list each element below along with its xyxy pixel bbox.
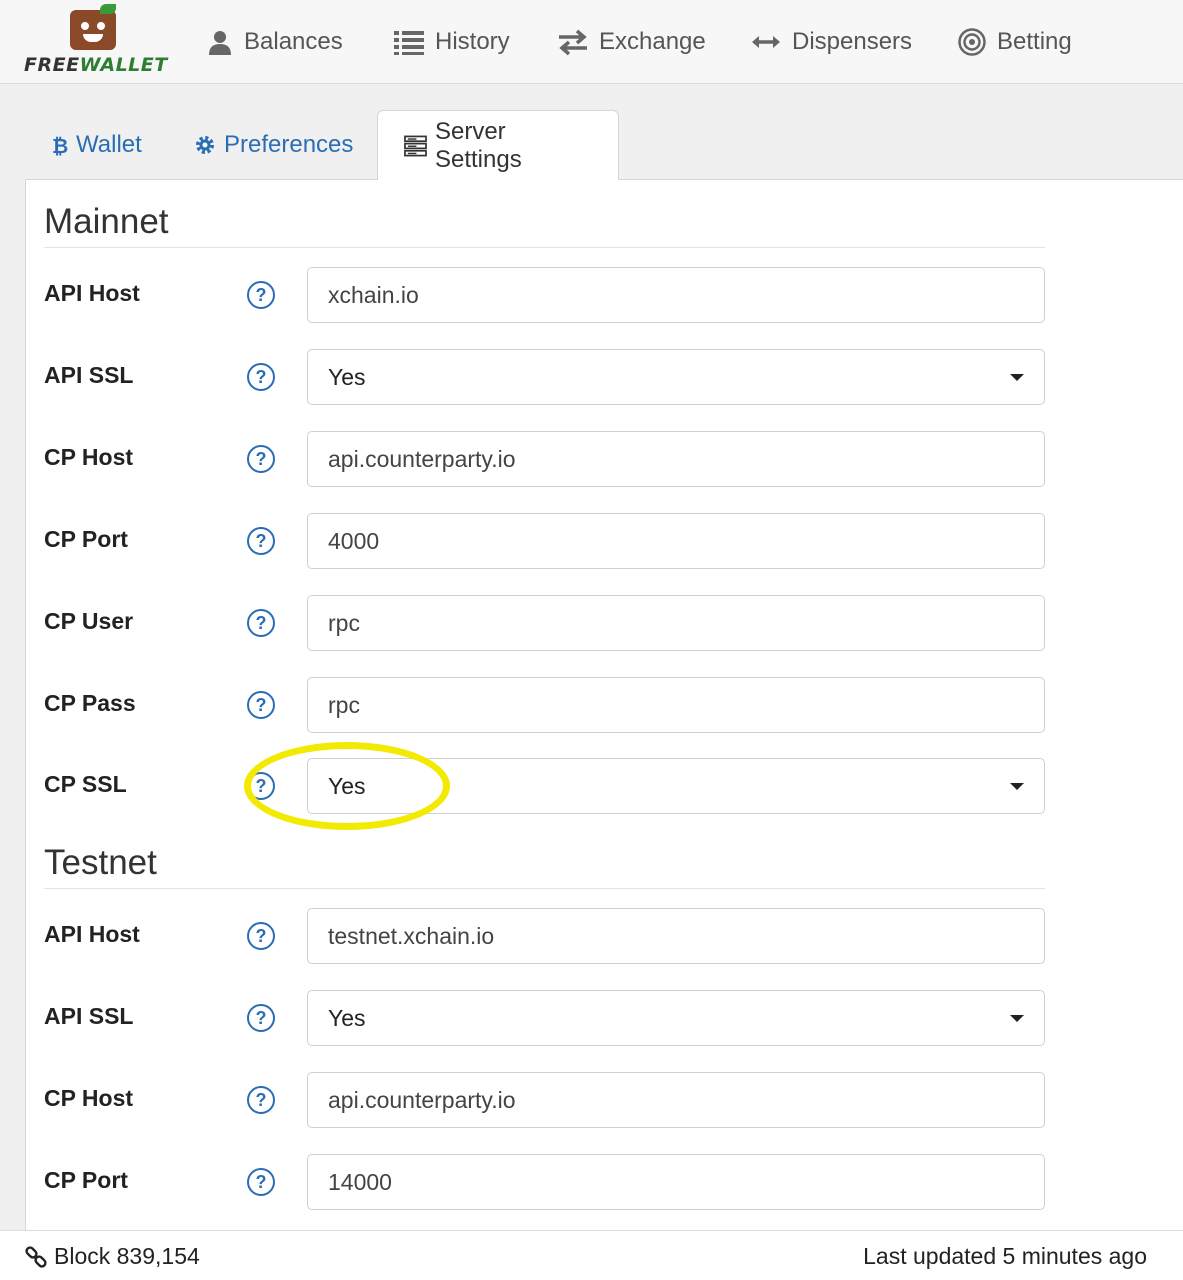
tab-wallet[interactable]: ₿ Wallet: [52, 110, 142, 180]
testnet-cp-port-row: CP Port ?: [26, 1153, 1056, 1211]
caret-down-icon: [1010, 783, 1024, 790]
mainnet-cp-pass-row: CP Pass ?: [26, 676, 1056, 734]
mainnet-cp-user-label: CP User: [44, 608, 134, 634]
mainnet-cp-host-input[interactable]: [307, 431, 1045, 487]
mainnet-api-ssl-value: Yes: [328, 363, 366, 390]
testnet-api-ssl-value: Yes: [328, 1004, 366, 1031]
nav-exchange[interactable]: Exchange: [557, 24, 706, 60]
exchange-arrows-icon: [559, 29, 587, 56]
list-icon: [394, 31, 424, 55]
mainnet-cp-host-row: CP Host ?: [26, 430, 1056, 488]
mainnet-cp-pass-input[interactable]: [307, 677, 1045, 733]
status-footer: Block 839,154 Last updated 5 minutes ago: [0, 1230, 1183, 1280]
testnet-cp-host-row: CP Host ?: [26, 1071, 1056, 1129]
testnet-api-ssl-row: API SSL ? Yes: [26, 989, 1056, 1047]
testnet-api-host-row: API Host ?: [26, 907, 1056, 965]
tab-preferences-label: Preferences: [224, 131, 354, 158]
mainnet-cp-port-input[interactable]: [307, 513, 1045, 569]
testnet-api-ssl-select[interactable]: Yes: [307, 990, 1045, 1046]
logo-wordmark: FREEWALLET: [24, 54, 168, 76]
testnet-cp-port-label: CP Port: [44, 1167, 128, 1193]
mainnet-api-ssl-row: API SSL ? Yes: [26, 348, 1056, 406]
bitcoin-icon: ₿: [52, 134, 68, 157]
tab-server-settings[interactable]: Server Settings: [377, 110, 619, 180]
link-icon: [25, 1245, 47, 1268]
caret-down-icon: [1010, 374, 1024, 381]
testnet-api-ssl-label: API SSL: [44, 1003, 134, 1029]
help-icon[interactable]: ?: [247, 1086, 275, 1114]
mainnet-api-ssl-select[interactable]: Yes: [307, 349, 1045, 405]
caret-down-icon: [1010, 1015, 1024, 1022]
mainnet-cp-ssl-row: CP SSL ? Yes: [26, 757, 1056, 815]
mainnet-divider: [44, 247, 1045, 248]
server-icon: [404, 135, 427, 156]
mainnet-cp-ssl-value: Yes: [328, 772, 366, 799]
nav-balances[interactable]: Balances: [206, 24, 343, 60]
nav-dispensers-label: Dispensers: [792, 28, 913, 55]
block-height-text: Block 839,154: [54, 1243, 200, 1269]
help-icon[interactable]: ?: [247, 527, 275, 555]
testnet-api-host-label: API Host: [44, 921, 140, 947]
mainnet-heading: Mainnet: [44, 202, 169, 241]
svg-text:₿: ₿: [52, 134, 68, 157]
mainnet-api-host-input[interactable]: [307, 267, 1045, 323]
top-navbar: FREEWALLET Balances History Exchange Dis…: [0, 0, 1183, 84]
mainnet-cp-host-label: CP Host: [44, 444, 134, 470]
user-icon: [209, 31, 231, 55]
mainnet-api-host-row: API Host ?: [26, 266, 1056, 324]
mainnet-cp-port-row: CP Port ?: [26, 512, 1056, 570]
help-icon[interactable]: ?: [247, 772, 275, 800]
testnet-cp-host-input[interactable]: [307, 1072, 1045, 1128]
nav-betting-label: Betting: [997, 28, 1072, 55]
testnet-heading: Testnet: [44, 843, 157, 882]
testnet-divider: [44, 888, 1045, 889]
mainnet-api-ssl-label: API SSL: [44, 362, 134, 388]
target-icon: [958, 28, 986, 56]
mainnet-cp-ssl-select[interactable]: Yes: [307, 758, 1045, 814]
logo-mascot-icon: [70, 4, 116, 50]
server-settings-panel: Mainnet API Host ? API SSL ? Yes CP Host…: [25, 179, 1183, 1230]
help-icon[interactable]: ?: [247, 281, 275, 309]
last-updated-text: Last updated 5 minutes ago: [863, 1243, 1147, 1269]
nav-exchange-label: Exchange: [599, 28, 706, 55]
mainnet-cp-user-row: CP User ?: [26, 594, 1056, 652]
help-icon[interactable]: ?: [247, 922, 275, 950]
testnet-cp-host-label: CP Host: [44, 1085, 134, 1111]
mainnet-cp-ssl-label: CP SSL: [44, 771, 127, 797]
freewallet-logo[interactable]: FREEWALLET: [24, 4, 168, 78]
block-height-indicator[interactable]: Block 839,154: [24, 1243, 200, 1270]
testnet-cp-port-input[interactable]: [307, 1154, 1045, 1210]
tab-wallet-label: Wallet: [76, 131, 142, 158]
double-arrow-icon: [752, 36, 780, 48]
nav-dispensers[interactable]: Dispensers: [750, 24, 912, 60]
nav-history[interactable]: History: [393, 24, 510, 60]
mainnet-api-host-label: API Host: [44, 280, 140, 306]
testnet-api-host-input[interactable]: [307, 908, 1045, 964]
help-icon[interactable]: ?: [247, 1004, 275, 1032]
nav-history-label: History: [435, 28, 510, 55]
mainnet-cp-pass-label: CP Pass: [44, 690, 136, 716]
nav-balances-label: Balances: [244, 28, 343, 55]
tab-preferences[interactable]: Preferences: [194, 110, 353, 180]
help-icon[interactable]: ?: [247, 609, 275, 637]
mainnet-cp-user-input[interactable]: [307, 595, 1045, 651]
help-icon[interactable]: ?: [247, 1168, 275, 1196]
nav-betting[interactable]: Betting: [957, 24, 1072, 60]
help-icon[interactable]: ?: [247, 691, 275, 719]
mainnet-cp-port-label: CP Port: [44, 526, 128, 552]
tab-server-settings-label: Server Settings: [434, 117, 522, 173]
help-icon[interactable]: ?: [247, 363, 275, 391]
help-icon[interactable]: ?: [247, 445, 275, 473]
gear-icon: [196, 136, 214, 154]
